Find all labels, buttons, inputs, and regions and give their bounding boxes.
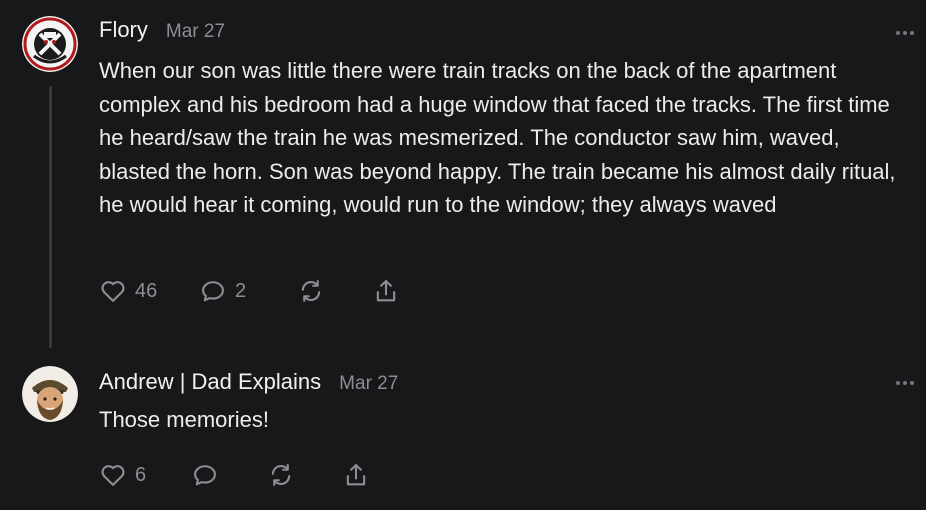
heart-icon — [101, 281, 125, 302]
author-name[interactable]: Andrew | Dad Explains — [99, 369, 321, 395]
comment-icon — [202, 281, 224, 302]
like-count: 6 — [135, 463, 147, 486]
comment-header: Flory Mar 27 — [99, 17, 225, 43]
like-count: 46 — [135, 279, 158, 302]
comment-thread: Flory Mar 27 When our son was little the… — [0, 0, 926, 510]
reply-count: 2 — [235, 279, 247, 302]
skull-emblem-avatar — [22, 16, 78, 72]
share-button[interactable] — [342, 460, 370, 490]
restack-button[interactable] — [267, 460, 295, 490]
comment: Andrew | Dad Explains Mar 27 Those memor… — [0, 345, 926, 510]
like-button[interactable]: 6 — [99, 460, 146, 490]
comment-body: When our son was little there were train… — [99, 58, 896, 217]
restack-icon — [301, 280, 321, 302]
comment-date[interactable]: Mar 27 — [339, 373, 398, 395]
avatar[interactable] — [22, 16, 78, 72]
restack-icon — [271, 464, 291, 486]
comment-header: Andrew | Dad Explains Mar 27 — [99, 369, 398, 395]
reply-button[interactable] — [191, 460, 219, 490]
share-icon — [376, 280, 396, 302]
author-name[interactable]: Flory — [99, 17, 148, 43]
comment: Flory Mar 27 When our son was little the… — [0, 0, 926, 348]
share-button[interactable] — [372, 276, 400, 306]
more-options-icon[interactable] — [896, 381, 914, 385]
comment-icon — [194, 465, 216, 486]
share-icon — [346, 464, 366, 486]
like-button[interactable]: 46 — [99, 276, 157, 306]
reply-button[interactable]: 2 — [199, 276, 246, 306]
restack-button[interactable] — [297, 276, 325, 306]
avatar[interactable] — [22, 366, 78, 422]
comment-date[interactable]: Mar 27 — [166, 21, 225, 43]
more-options-icon[interactable] — [896, 31, 914, 35]
heart-icon — [101, 465, 125, 486]
comment-body: Those memories! — [99, 407, 269, 432]
bearded-man-avatar — [22, 366, 78, 422]
thread-line — [49, 86, 52, 348]
